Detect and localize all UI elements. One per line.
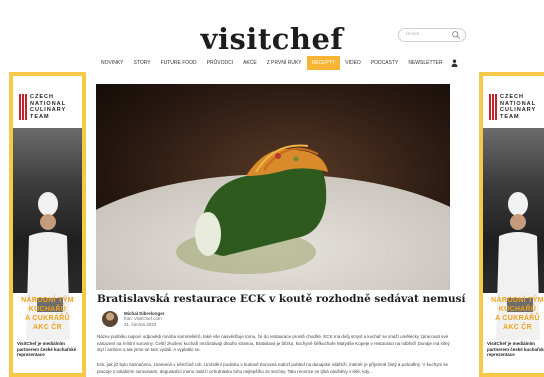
culinary-team-logo: CZECH NATIONAL CULINARY TEAM <box>489 94 536 120</box>
headline-line: NÁRODNÍ TÝM <box>21 297 74 304</box>
headline-line: A CUKRÁŘŮ <box>25 315 70 322</box>
headline-line: AKC ČR <box>502 324 533 331</box>
ad-headline: NÁRODNÍ TÝM KUCHAŘŮ A CUKRÁŘŮ AKC ČR <box>483 296 544 332</box>
chef-photo <box>483 128 544 340</box>
logo-line: CULINARY <box>30 107 67 113</box>
search-input[interactable]: Hledat... <box>398 28 466 42</box>
article-paragraph: Eck, jak již bylo naznačeno, znamená v n… <box>97 362 448 374</box>
headline-line: A CUKRÁŘŮ <box>495 315 540 322</box>
nav-item-podcasty[interactable]: Podcasty <box>366 56 404 70</box>
logo-line: CULINARY <box>500 107 537 113</box>
headline-line: NÁRODNÍ TÝM <box>491 297 544 304</box>
author-avatar <box>102 311 118 327</box>
article-paragraph: Název podniku napoví odpovědi mnoha somm… <box>97 334 450 352</box>
main-nav: Novinky Story Future Food Průvodci Akce … <box>96 56 462 70</box>
nav-item-novinky[interactable]: Novinky <box>96 56 129 70</box>
logo-line: TEAM <box>30 113 50 120</box>
nav-item-story[interactable]: Story <box>129 56 156 70</box>
nav-item-z-prvni-ruky[interactable]: Z první ruky <box>262 56 307 70</box>
headline-line: AKC ČR <box>32 324 63 331</box>
search-icon[interactable] <box>451 30 461 40</box>
hero-image <box>96 84 450 290</box>
logo-line: TEAM <box>500 113 520 120</box>
ad-body: VisitChef je mediálním partnerem české k… <box>487 341 544 357</box>
article-title: Bratislavská restaurace ECK v koutě rozh… <box>97 293 466 305</box>
headline-line: KUCHAŘŮ <box>28 306 67 313</box>
nav-item-akce[interactable]: Akce <box>238 56 262 70</box>
nav-item-pruvodci[interactable]: Průvodci <box>202 56 238 70</box>
article-byline: Michal Dibrelonger foto: VisitChef.com 2… <box>102 311 165 327</box>
nav-item-future-food[interactable]: Future Food <box>156 56 202 70</box>
headline-line: KUCHAŘŮ <box>498 306 537 313</box>
nav-item-video[interactable]: Video <box>340 56 366 70</box>
culinary-team-logo: CZECH NATIONAL CULINARY TEAM <box>19 94 66 120</box>
author-role: foto: VisitChef.com <box>124 316 162 322</box>
side-ad-left[interactable]: CZECH NATIONAL CULINARY TEAM NÁRODNÍ TÝM… <box>9 72 86 377</box>
user-icon[interactable] <box>448 56 462 70</box>
chef-photo <box>13 128 82 340</box>
byline-text: Michal Dibrelonger foto: VisitChef.com 2… <box>124 311 165 328</box>
search-placeholder: Hledat... <box>406 31 423 36</box>
article-date: 21. června 2023 <box>124 321 157 327</box>
ad-body: VisitChef je mediálním partnerem české k… <box>17 341 77 357</box>
site-header: visitchef Hledat... Novinky Story Future… <box>0 0 544 76</box>
ad-headline: NÁRODNÍ TÝM KUCHAŘŮ A CUKRÁŘŮ AKC ČR <box>13 296 82 332</box>
nav-item-newsletter[interactable]: Newsletter <box>403 56 447 70</box>
nav-item-recepty[interactable]: Recepty <box>306 56 341 70</box>
side-ad-right[interactable]: CZECH NATIONAL CULINARY TEAM NÁRODNÍ TÝM… <box>479 72 544 377</box>
